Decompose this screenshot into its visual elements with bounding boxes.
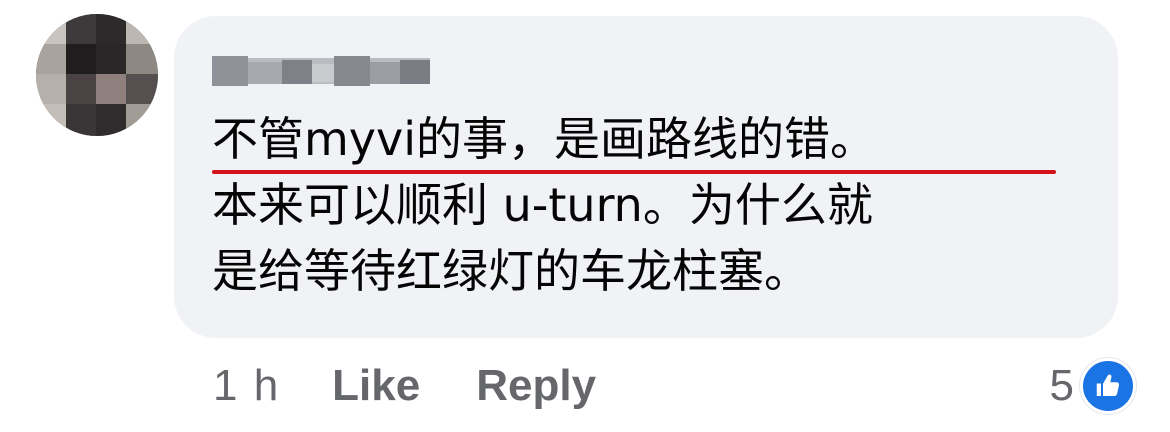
reply-button[interactable]: Reply (476, 361, 596, 411)
reactions-summary[interactable]: 5 (1050, 356, 1136, 416)
comment-text: 不管myvi的事，是画路线的错。 本来可以顺利 u-turn。为什么就 是给等待… (212, 106, 876, 304)
reaction-count: 5 (1049, 361, 1074, 410)
spellcheck-underline (212, 170, 1056, 174)
author-name-pixelated[interactable] (212, 52, 430, 90)
avatar[interactable] (36, 14, 158, 136)
comment-line-3: 是给等待红绿灯的车龙柱塞。 (212, 244, 810, 298)
comment-actions: 1 h Like Reply (213, 354, 652, 418)
comment-line-2: 本来可以顺利 u-turn。为什么就 (212, 178, 873, 232)
like-button[interactable]: Like (332, 361, 420, 411)
pixelated-avatar-image (36, 14, 158, 136)
timestamp[interactable]: 1 h (213, 361, 280, 411)
like-thumbs-up-icon (1080, 358, 1136, 414)
comment-line-1: 不管myvi的事，是画路线的错。 (212, 112, 877, 166)
thumbs-up-icon (1096, 374, 1120, 396)
